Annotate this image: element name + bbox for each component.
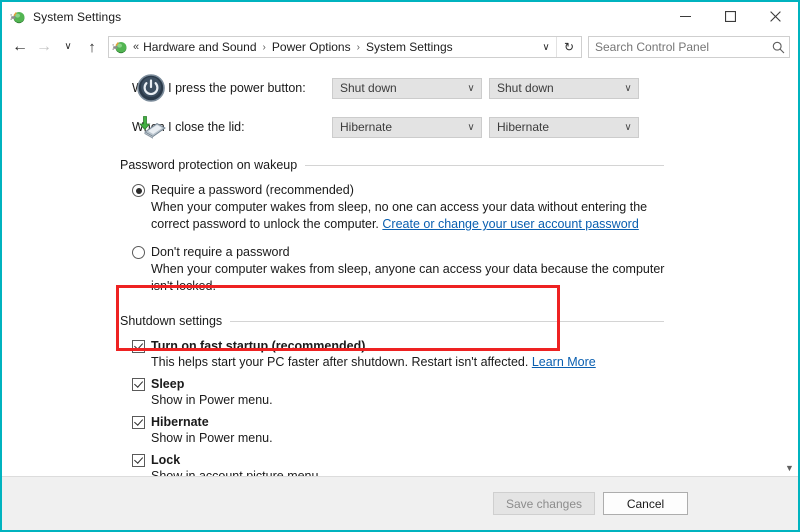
sleep-option[interactable]: Sleep Show in Power menu.	[132, 376, 668, 409]
chevron-down-icon: ∨	[542, 42, 549, 53]
hibernate-checkbox[interactable]	[132, 416, 145, 429]
no-password-radio[interactable]	[132, 246, 145, 259]
forward-button[interactable]: →	[32, 35, 56, 59]
back-button[interactable]: ←	[8, 35, 32, 59]
fast-startup-description: This helps start your PC faster after sh…	[151, 354, 668, 371]
navigation-bar: ← → ∨ ↑ « Hardware a	[2, 31, 798, 63]
password-protection-title: Password protection on wakeup	[120, 158, 305, 172]
close-lid-plugged-in-dropdown[interactable]: Hibernate ∨	[489, 117, 639, 138]
content-scrollbar[interactable]: ▼	[780, 63, 798, 476]
close-lid-on-battery-dropdown[interactable]: Hibernate ∨	[332, 117, 482, 138]
search-icon	[767, 41, 789, 54]
lock-checkbox[interactable]	[132, 454, 145, 467]
cancel-button[interactable]: Cancel	[603, 492, 688, 515]
lock-description: Show in account picture menu.	[151, 468, 668, 476]
breadcrumb-item-hardware-and-sound[interactable]: Hardware and Sound	[142, 40, 257, 54]
sleep-checkbox[interactable]	[132, 378, 145, 391]
close-icon	[770, 11, 781, 22]
fast-startup-checkbox[interactable]	[132, 340, 145, 353]
laptop-lid-icon	[135, 111, 167, 143]
power-button-icon	[135, 72, 167, 104]
require-password-description: When your computer wakes from sleep, no …	[151, 199, 668, 233]
caption-buttons	[663, 2, 798, 31]
require-password-option[interactable]: Require a password (recommended) When yo…	[132, 182, 668, 233]
address-dropdown-button[interactable]: ∨	[536, 42, 556, 53]
require-password-label: Require a password (recommended)	[151, 182, 354, 198]
window-title: System Settings	[33, 10, 121, 24]
create-change-password-link[interactable]: Create or change your user account passw…	[382, 217, 638, 231]
back-arrow-icon: ←	[12, 39, 28, 55]
section-divider	[305, 165, 664, 166]
address-bar[interactable]: « Hardware and Sound › Power Options › S…	[108, 36, 582, 58]
settings-content: When I press the power button: Shut down…	[2, 63, 798, 476]
dialog-footer: Save changes Cancel	[2, 476, 798, 530]
maximize-icon	[725, 11, 736, 22]
search-input[interactable]: Search Control Panel	[589, 40, 767, 54]
close-lid-on-battery-value: Hibernate	[333, 120, 461, 134]
chevron-down-icon: ∨	[461, 83, 481, 94]
minimize-button[interactable]	[663, 2, 708, 31]
require-password-radio[interactable]	[132, 184, 145, 197]
fast-startup-description-text: This helps start your PC faster after sh…	[151, 355, 532, 369]
breadcrumb-overflow[interactable]: «	[132, 41, 142, 53]
recent-locations-button[interactable]: ∨	[56, 35, 80, 59]
breadcrumb-item-system-settings[interactable]: System Settings	[365, 40, 454, 54]
no-password-label: Don't require a password	[151, 244, 290, 260]
power-button-on-battery-dropdown[interactable]: Shut down ∨	[332, 78, 482, 99]
chevron-down-icon: ∨	[461, 122, 481, 133]
fast-startup-option[interactable]: Turn on fast startup (recommended) This …	[132, 338, 668, 371]
lock-label: Lock	[151, 452, 180, 468]
chevron-down-icon: ∨	[618, 83, 638, 94]
chevron-down-icon: ∨	[618, 122, 638, 133]
maximize-button[interactable]	[708, 2, 753, 31]
up-arrow-icon: ↑	[88, 40, 96, 55]
scroll-down-button[interactable]: ▼	[781, 459, 798, 476]
chevron-down-icon: ∨	[64, 42, 71, 52]
breadcrumb-separator-1[interactable]: ›	[258, 42, 271, 53]
breadcrumb-separator-2[interactable]: ›	[352, 42, 365, 53]
power-button-setting-row: When I press the power button: Shut down…	[2, 71, 798, 105]
power-settings-icon	[10, 9, 26, 25]
fast-startup-label: Turn on fast startup (recommended)	[151, 338, 365, 354]
sleep-description: Show in Power menu.	[151, 392, 668, 409]
password-protection-header: Password protection on wakeup	[120, 156, 664, 174]
hibernate-description: Show in Power menu.	[151, 430, 668, 447]
up-button[interactable]: ↑	[80, 35, 104, 59]
forward-arrow-icon: →	[36, 39, 52, 55]
lock-option[interactable]: Lock Show in account picture menu.	[132, 452, 668, 476]
minimize-icon	[680, 11, 691, 22]
sleep-label: Sleep	[151, 376, 184, 392]
power-button-on-battery-value: Shut down	[333, 81, 461, 95]
shutdown-settings-title: Shutdown settings	[120, 314, 230, 328]
address-power-settings-icon	[112, 39, 128, 55]
refresh-icon: ↻	[564, 40, 574, 54]
breadcrumb-item-power-options[interactable]: Power Options	[271, 40, 352, 54]
search-box[interactable]: Search Control Panel	[588, 36, 790, 58]
refresh-button[interactable]: ↻	[556, 37, 581, 57]
shutdown-settings-header: Shutdown settings	[120, 312, 664, 330]
close-button[interactable]	[753, 2, 798, 31]
no-password-option[interactable]: Don't require a password When your compu…	[132, 244, 668, 295]
title-bar: System Settings	[2, 2, 798, 31]
close-lid-setting-row: When I close the lid: Hibernate ∨ Hibern…	[2, 110, 798, 144]
section-divider	[230, 321, 664, 322]
close-lid-plugged-in-value: Hibernate	[490, 120, 618, 134]
hibernate-option[interactable]: Hibernate Show in Power menu.	[132, 414, 668, 447]
no-password-description: When your computer wakes from sleep, any…	[151, 261, 668, 295]
chevron-down-icon: ▼	[785, 463, 794, 473]
system-settings-window: System Settings ←	[0, 0, 800, 532]
power-button-plugged-in-dropdown[interactable]: Shut down ∨	[489, 78, 639, 99]
settings-content-inner: When I press the power button: Shut down…	[2, 63, 798, 476]
hibernate-label: Hibernate	[151, 414, 209, 430]
power-button-plugged-in-value: Shut down	[490, 81, 618, 95]
save-changes-button[interactable]: Save changes	[493, 492, 595, 515]
learn-more-link[interactable]: Learn More	[532, 355, 596, 369]
